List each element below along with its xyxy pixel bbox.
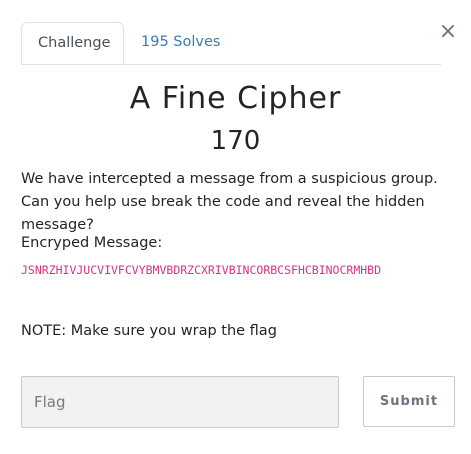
challenge-points: 170 <box>210 126 261 156</box>
submit-button[interactable]: Submit <box>363 376 455 427</box>
challenge-title: A Fine Cipher <box>129 81 342 116</box>
challenge-tabs: Challenge 195 Solves <box>21 22 441 65</box>
challenge-description: We have intercepted a message from a sus… <box>21 171 438 233</box>
encrypted-message-code: JSNRZHIVJUCVIVFCVYBMVBDRZCXRIVBINCORBCSF… <box>21 263 382 277</box>
flag-note: NOTE: Make sure you wrap the flag <box>21 323 277 339</box>
tab-solves[interactable]: 195 Solves <box>125 22 236 63</box>
tab-challenge[interactable]: Challenge <box>21 22 124 64</box>
encrypted-message-label: Encryped Message: <box>21 235 163 251</box>
flag-input[interactable] <box>21 376 339 428</box>
